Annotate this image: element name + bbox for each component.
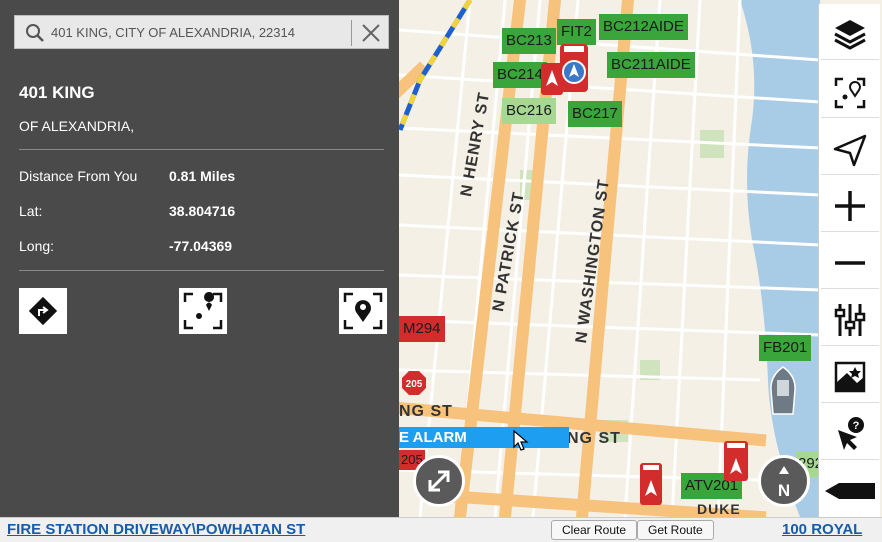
- get-route-button[interactable]: Get Route: [637, 520, 714, 540]
- search-divider: [351, 20, 352, 46]
- help-cursor-button[interactable]: ?: [821, 408, 879, 460]
- fire-truck-icon[interactable]: [639, 462, 663, 506]
- navigate-icon: [833, 134, 867, 167]
- select-area-button[interactable]: [179, 288, 227, 334]
- close-icon[interactable]: [359, 21, 383, 45]
- command-vehicle-icon[interactable]: [558, 42, 590, 94]
- layers-button[interactable]: [821, 8, 879, 60]
- filters-button[interactable]: [821, 294, 879, 346]
- unit-bc217[interactable]: BC217: [568, 101, 622, 127]
- svg-text:N: N: [778, 481, 790, 500]
- distance-value: 0.81 Miles: [169, 168, 236, 184]
- collapse-toolbar-button[interactable]: [821, 465, 879, 517]
- zoom-in-button[interactable]: [821, 180, 879, 232]
- unit-bc212aide[interactable]: BC212AIDE: [599, 14, 688, 40]
- zoom-out-icon: [835, 261, 865, 265]
- expand-icon: [428, 470, 450, 492]
- directions-icon: [28, 296, 58, 326]
- map-toolbar: ?: [818, 4, 880, 517]
- current-location-link[interactable]: FIRE STATION DRIVEWAY\POWHATAN ST: [7, 521, 305, 538]
- lat-label: Lat:: [19, 203, 43, 219]
- unit-bc216[interactable]: BC216: [502, 98, 556, 124]
- select-location-icon: [834, 77, 866, 109]
- unit-m294[interactable]: M294: [399, 316, 445, 342]
- select-area-icon: [183, 292, 223, 330]
- search-icon: [26, 24, 44, 42]
- locate-area-button[interactable]: [339, 288, 387, 334]
- location-title: 401 KING: [19, 83, 95, 102]
- zoom-out-button[interactable]: [821, 237, 879, 289]
- clear-route-button[interactable]: Clear Route: [551, 520, 638, 540]
- compass-icon: N: [778, 466, 790, 500]
- fireboat-icon[interactable]: [769, 366, 797, 416]
- location-subtitle: OF ALEXANDRIA,: [19, 118, 135, 134]
- map-marker-icon: [834, 361, 866, 393]
- destination-link[interactable]: 100 ROYAL: [782, 521, 862, 538]
- unit-bc213[interactable]: BC213: [502, 28, 556, 54]
- distance-label: Distance From You: [19, 168, 138, 184]
- station-marker-icon[interactable]: 205: [401, 370, 427, 396]
- search-box[interactable]: 401 KING, CITY OF ALEXANDRIA, 22314: [14, 15, 389, 49]
- fire-truck-icon[interactable]: [723, 440, 749, 482]
- street-label-duke: DUKE: [697, 501, 741, 517]
- search-input[interactable]: 401 KING, CITY OF ALEXANDRIA, 22314: [51, 25, 295, 40]
- svg-text:?: ?: [853, 420, 860, 432]
- help-cursor-icon: ?: [838, 417, 864, 450]
- fullscreen-button[interactable]: [413, 455, 465, 507]
- layers-icon: [834, 20, 866, 50]
- locate-area-icon: [343, 292, 383, 330]
- app-root: N HENRY ST N PATRICK ST N WASHINGTON ST …: [0, 0, 882, 542]
- select-location-button[interactable]: [821, 66, 879, 118]
- zoom-in-icon: [835, 191, 865, 221]
- north-compass-button[interactable]: N: [758, 455, 810, 507]
- map-marker-button[interactable]: [821, 351, 879, 403]
- filters-icon: [834, 304, 866, 336]
- street-label-king-right: NG ST: [567, 430, 621, 447]
- mouse-cursor-icon: [513, 430, 529, 451]
- unit-bc214[interactable]: BC214: [493, 62, 547, 88]
- unit-fb201[interactable]: FB201: [759, 335, 812, 361]
- directions-button[interactable]: [19, 288, 67, 334]
- lat-value: 38.804716: [169, 203, 236, 219]
- collapse-icon: [825, 483, 875, 499]
- alarm-banner[interactable]: E ALARM: [399, 427, 569, 448]
- divider: [19, 270, 384, 271]
- street-label-king-left: NG ST: [399, 403, 453, 420]
- unit-bc211aide[interactable]: BC211AIDE: [607, 52, 695, 78]
- divider: [19, 149, 384, 150]
- long-value: -77.04369: [169, 238, 233, 254]
- location-panel: 401 KING, CITY OF ALEXANDRIA, 22314 401 …: [0, 0, 399, 517]
- navigate-button[interactable]: [821, 123, 879, 175]
- status-bar: FIRE STATION DRIVEWAY\POWHATAN ST Clear …: [0, 517, 882, 542]
- svg-text:205: 205: [406, 379, 423, 390]
- long-label: Long:: [19, 238, 55, 254]
